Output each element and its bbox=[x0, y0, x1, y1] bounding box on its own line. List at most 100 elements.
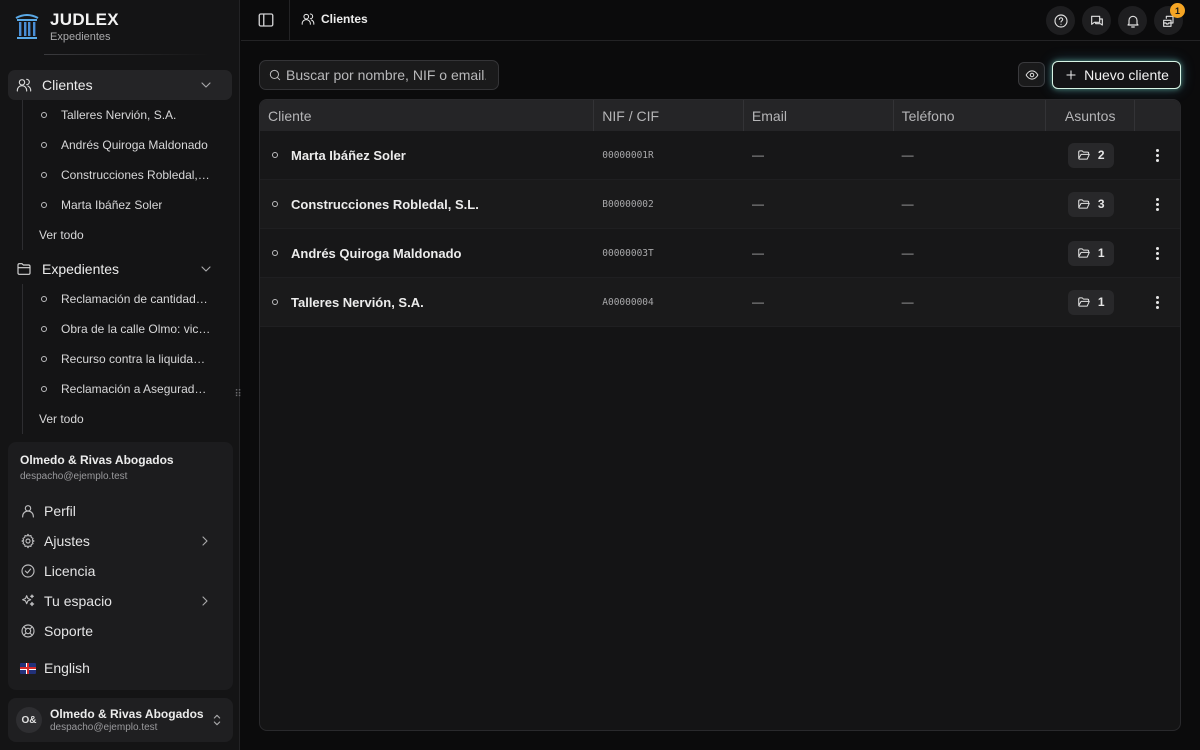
avatar: O& bbox=[16, 707, 42, 733]
table-body: Marta Ibáñez Soler 00000001R — — 2 Const… bbox=[260, 131, 1180, 327]
table-row[interactable]: Andrés Quiroga Maldonado 00000003T — — 1 bbox=[260, 229, 1180, 278]
cases-count-button[interactable]: 1 bbox=[1067, 240, 1114, 266]
sidebar-subitem[interactable]: Talleres Nervión, S.A. bbox=[23, 100, 232, 130]
see-all-cases-link[interactable]: Ver todo bbox=[23, 404, 232, 434]
chat-button[interactable] bbox=[1082, 6, 1111, 35]
bullet-icon bbox=[41, 172, 47, 178]
column-header-actions bbox=[1135, 100, 1180, 131]
column-header-nif[interactable]: NIF / CIF bbox=[594, 100, 744, 131]
cell-email: — bbox=[751, 197, 764, 211]
sidebar-subitem[interactable]: Obra de la calle Olmo: vicios ocultos bbox=[23, 314, 232, 344]
breadcrumb-current: Clientes bbox=[321, 12, 368, 26]
column-header-cases[interactable]: Asuntos bbox=[1046, 100, 1136, 131]
cell-client: Talleres Nervión, S.A. bbox=[260, 278, 594, 327]
bullet-icon bbox=[41, 202, 47, 208]
row-actions-button[interactable] bbox=[1135, 180, 1180, 229]
search-box bbox=[259, 60, 499, 90]
menu-item-settings[interactable]: Ajustes bbox=[12, 526, 229, 556]
kebab-icon bbox=[1156, 246, 1160, 260]
users-icon bbox=[301, 12, 315, 26]
help-icon bbox=[1053, 13, 1069, 29]
bullet-icon bbox=[41, 296, 47, 302]
sidebar: JUDLEX Expedientes Clientes Talleres Ner… bbox=[0, 0, 240, 750]
column-header-phone[interactable]: Teléfono bbox=[894, 100, 1047, 131]
menu-item-support[interactable]: Soporte bbox=[12, 616, 229, 646]
column-header-client[interactable]: Cliente bbox=[260, 100, 595, 131]
divider bbox=[289, 0, 290, 41]
clients-table: Cliente NIF / CIF Email Teléfono Asuntos… bbox=[259, 99, 1181, 731]
help-button[interactable] bbox=[1046, 6, 1075, 35]
sidebar-subitem[interactable]: Construcciones Robledal, S.L. bbox=[23, 160, 232, 190]
row-actions-button[interactable] bbox=[1135, 229, 1180, 278]
column-header-email[interactable]: Email bbox=[744, 100, 894, 131]
sparkles-icon bbox=[20, 593, 36, 609]
user-email: despacho@ejemplo.test bbox=[50, 721, 158, 733]
cell-phone: — bbox=[901, 148, 914, 162]
chevron-updown-icon bbox=[209, 712, 225, 728]
cell-phone: — bbox=[901, 246, 914, 260]
sidebar-subitem[interactable]: Marta Ibáñez Soler bbox=[23, 190, 232, 220]
inbox-button[interactable]: 1 bbox=[1154, 3, 1185, 35]
language-selector[interactable]: English bbox=[20, 660, 90, 676]
table-row[interactable]: Construcciones Robledal, S.L. B00000002 … bbox=[260, 180, 1180, 229]
menu-item-license[interactable]: Licencia bbox=[12, 556, 229, 586]
sidebar-subitem[interactable]: Reclamación de cantidad por obras bbox=[23, 284, 232, 314]
new-client-button[interactable]: Nuevo cliente bbox=[1052, 61, 1181, 89]
toggle-visibility-button[interactable] bbox=[1018, 62, 1045, 87]
row-actions-button[interactable] bbox=[1135, 131, 1180, 180]
app-subtitle: Expedientes bbox=[50, 31, 111, 43]
bullet-icon bbox=[41, 142, 47, 148]
client-name[interactable]: Construcciones Robledal, S.L. bbox=[291, 197, 479, 212]
new-client-label: Nuevo cliente bbox=[1084, 67, 1169, 83]
cell-client: Construcciones Robledal, S.L. bbox=[260, 180, 594, 229]
user-switcher[interactable]: O& Olmedo & Rivas Abogados despacho@ejem… bbox=[8, 698, 233, 742]
cell-email: — bbox=[751, 295, 764, 309]
brand[interactable]: JUDLEX Expedientes bbox=[14, 10, 119, 43]
chevron-right-icon bbox=[197, 593, 213, 609]
table-row[interactable]: Marta Ibáñez Soler 00000001R — — 2 bbox=[260, 131, 1180, 180]
cases-count-button[interactable]: 1 bbox=[1067, 289, 1114, 315]
client-name[interactable]: Andrés Quiroga Maldonado bbox=[291, 246, 461, 261]
bullet-icon bbox=[41, 386, 47, 392]
see-all-clients-link[interactable]: Ver todo bbox=[23, 220, 232, 250]
cases-count-button[interactable]: 2 bbox=[1067, 142, 1114, 168]
cases-count-button[interactable]: 3 bbox=[1067, 191, 1114, 217]
menu-item-workspace[interactable]: Tu espacio bbox=[12, 586, 229, 616]
search-input[interactable] bbox=[286, 67, 486, 83]
menu-item-profile[interactable]: Perfil bbox=[12, 496, 229, 526]
row-actions-button[interactable] bbox=[1135, 278, 1180, 327]
folder-open-icon bbox=[1077, 246, 1091, 260]
top-bar: Clientes 1 bbox=[241, 0, 1200, 41]
client-name[interactable]: Marta Ibáñez Soler bbox=[291, 148, 406, 163]
sidebar-resize-handle[interactable]: ⠿ bbox=[234, 388, 242, 402]
header-actions: 1 bbox=[1046, 3, 1185, 35]
sidebar-item-label: Expedientes bbox=[42, 261, 120, 277]
client-name[interactable]: Talleres Nervión, S.A. bbox=[291, 295, 424, 310]
sidebar-subitem[interactable]: Recurso contra la liquidación bbox=[23, 344, 232, 374]
menu-item-label: Tu espacio bbox=[44, 593, 112, 609]
chevron-down-icon[interactable] bbox=[198, 77, 214, 93]
table-row[interactable]: Talleres Nervión, S.A. A00000004 — — 1 bbox=[260, 278, 1180, 327]
sidebar-subitem[interactable]: Reclamación a Aseguradora bbox=[23, 374, 232, 404]
plus-icon bbox=[1064, 68, 1078, 82]
user-name: Olmedo & Rivas Abogados bbox=[50, 706, 204, 721]
chevron-down-icon[interactable] bbox=[198, 261, 214, 277]
cell-cases: 1 bbox=[1046, 229, 1135, 278]
sidebar-toggle-icon[interactable] bbox=[257, 11, 277, 31]
chevron-right-icon bbox=[197, 533, 213, 549]
cell-email: — bbox=[751, 148, 764, 162]
notifications-button[interactable] bbox=[1118, 6, 1147, 35]
sidebar-item-label: Clientes bbox=[42, 77, 93, 93]
sidebar-item-clients[interactable]: Clientes bbox=[8, 70, 232, 100]
logo-columns-icon bbox=[14, 12, 40, 42]
folder-open-icon bbox=[1077, 148, 1091, 162]
chat-icon bbox=[1089, 13, 1105, 29]
cell-nif: B00000002 bbox=[602, 198, 654, 210]
sidebar-item-cases[interactable]: Expedientes bbox=[8, 254, 232, 284]
bullet-icon bbox=[41, 326, 47, 332]
cell-phone: — bbox=[901, 295, 914, 309]
cell-client: Marta Ibáñez Soler bbox=[260, 131, 594, 180]
sidebar-subitem[interactable]: Andrés Quiroga Maldonado bbox=[23, 130, 232, 160]
bullet-icon bbox=[41, 112, 47, 118]
bullet-icon bbox=[272, 299, 278, 305]
